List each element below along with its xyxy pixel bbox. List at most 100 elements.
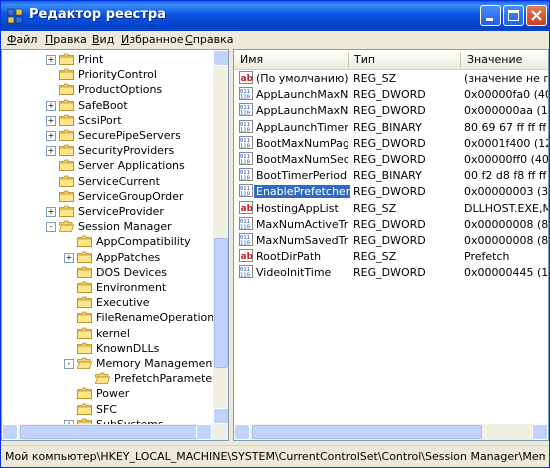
tree-vertical-scrollbar[interactable] [213,50,228,424]
value-data: 0x00000445 (1093) [464,266,549,280]
list-row[interactable]: 011110BootMaxNumPages REG_DWORD 0x0001f400… [234,135,548,151]
column-header-name[interactable]: Имя [240,53,263,66]
tree-item[interactable]: kernel [2,326,212,341]
list-row[interactable]: ab(По умолчанию) REG_SZ (значение не присв… [234,70,548,86]
value-data: 0x0001f400 (128000) [464,136,548,150]
tree-item[interactable]: KnownDLLs [2,341,212,356]
list-row[interactable]: 011 110 EnablePrefetcher REG_DWORD 0x0000000… [234,183,548,199]
list-row[interactable]: 011110AppLaunchTimerPeriod REG_BINARY 80 6… [234,119,548,135]
list-row[interactable]: 011 110 VideoInitTime REG_DWORD 0x00000445 (… [234,264,548,280]
tree-item[interactable]: + SecurePipeServers [2,128,212,143]
tree-item[interactable]: Environment [2,280,212,295]
binary-value-icon: 011 110 [239,216,253,230]
expand-icon[interactable]: + [46,146,56,157]
tree-item[interactable]: DOS Devices [2,265,212,280]
scroll-left-arrow-icon[interactable] [2,424,18,440]
folder-icon [77,235,92,248]
binary-value-icon: 011 110 [239,152,253,166]
tree-item[interactable]: ServiceGroupOrder [2,189,212,204]
menu-file[interactable]: Файл [7,33,37,46]
list-hscroll-thumb[interactable] [252,425,482,439]
value-name: BootMaxNumSections [256,153,348,166]
folder-icon [59,175,74,187]
tree-item[interactable]: - Session Manager [2,219,212,234]
scroll-right-arrow-icon[interactable] [196,424,212,440]
column-header-type[interactable]: Тип [354,53,375,66]
scroll-right-arrow-icon[interactable] [532,424,548,440]
value-type: REG_DWORD [353,217,426,231]
values-pane[interactable]: Имя Тип Значение ab (По умолчанию) REG_SZ(… [233,49,549,441]
folder-icon [59,159,74,172]
expand-icon[interactable]: + [46,131,56,141]
tree-item[interactable]: + ServiceProvider [2,204,212,219]
tree-item[interactable]: + ScsiPort [2,113,212,128]
tree-item-label: PriorityControl [78,68,157,82]
svg-text:110: 110 [240,224,250,230]
tree-item[interactable]: SFC [2,402,212,417]
column-divider[interactable] [460,52,461,67]
scroll-left-arrow-icon[interactable] [234,424,250,440]
folder-icon [59,114,74,126]
maximize-button[interactable] [503,5,524,26]
folder-icon [59,190,74,202]
list-row[interactable]: 011 110 BootTimerPeriod REG_BINARY 00 f2 d8 … [234,167,548,183]
expand-icon[interactable]: + [46,55,56,65]
expand-icon[interactable]: + [46,100,56,111]
minimize-icon [486,18,493,21]
tree-item[interactable]: + AppPatches [2,250,212,265]
binary-value-icon: 011 110 [239,168,253,182]
collapse-icon[interactable]: - [46,222,56,233]
scroll-down-arrow-icon[interactable] [213,408,228,424]
tree-item[interactable]: Server Applications [2,158,212,173]
value-name: BootTimerPeriod [256,169,348,183]
tree-item-label: ScsiPort [78,113,122,127]
tree-item[interactable]: + SecurityProviders [2,143,212,158]
tree-scroll-thumb[interactable] [214,238,228,368]
tree-item[interactable]: AppCompatibility [2,234,212,249]
menu-favorites[interactable]: Избранное [121,33,183,46]
column-header-value[interactable]: Значение [467,53,522,66]
expand-icon[interactable]: + [46,207,56,217]
expand-icon[interactable]: + [64,252,74,263]
title-bar[interactable]: Редактор реестра [1,1,549,31]
tree-item-label: SecurePipeServers [78,129,181,142]
folder-icon [77,387,92,400]
tree-item[interactable]: + Print [2,52,212,67]
close-button[interactable] [526,5,547,26]
tree-pane[interactable]: + Print PriorityControl ProductOptions + Safe… [1,49,229,441]
list-row[interactable]: 011110MaxNumSavedTraces REG_DWORD 0x000000… [234,232,548,248]
minimize-button[interactable] [480,5,501,26]
list-row[interactable]: ab RootDirPath REG_SZ Prefetch [234,248,548,264]
menu-edit[interactable]: Правка [45,33,87,46]
menu-view[interactable]: Вид [92,33,114,46]
collapse-icon[interactable]: - [64,359,74,369]
tree-item-label: FileRenameOperations [96,311,220,325]
tree-item[interactable]: FileRenameOperations [2,310,220,325]
tree-item[interactable]: ServiceCurrent [2,174,212,189]
tree-item[interactable]: - Memory Management [2,356,217,371]
folder-icon [77,342,92,354]
tree-item[interactable]: PriorityControl [2,67,212,82]
list-row[interactable]: 011110MaxNumActiveTraces REG_DWORD 0x00000… [234,216,548,232]
binary-value-icon: 011 110 [239,87,253,101]
list-row[interactable]: abHostingAppList REG_SZ DLLHOST.EXE,MMC.EX… [234,200,548,216]
tree-hscroll-thumb[interactable] [20,425,210,439]
scroll-up-arrow-icon[interactable] [213,50,228,66]
folder-icon [77,296,92,309]
tree-item[interactable]: Executive [2,295,212,310]
tree-horizontal-scrollbar[interactable] [2,424,228,440]
list-row[interactable]: 011110AppLaunchMaxNumPages REG_DWORD 0x000… [234,86,548,102]
tree-item[interactable]: + SafeBoot [2,98,212,113]
folder-icon [77,251,92,263]
column-divider[interactable] [348,52,349,67]
value-type: REG_SZ [353,201,397,215]
menu-help[interactable]: Справка [185,33,233,46]
list-row[interactable]: 011110AppLaunchMaxNumSections REG_DWORD 0x… [234,102,548,118]
tree-item[interactable]: PrefetchParameters [2,371,222,386]
expand-icon[interactable]: + [46,115,56,126]
list-row[interactable]: 011110BootMaxNumSections REG_DWORD 0x00000… [234,151,548,167]
tree-item[interactable]: ProductOptions [2,82,212,97]
tree-item[interactable]: Power [2,386,212,401]
list-horizontal-scrollbar[interactable] [234,424,548,440]
value-data: 0x00000003 (3) [464,185,549,199]
